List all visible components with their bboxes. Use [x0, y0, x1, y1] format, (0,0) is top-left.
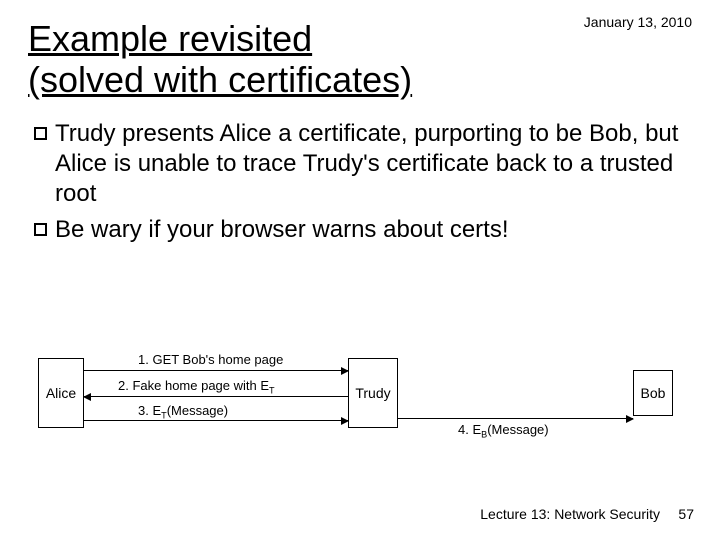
bullet-text: Be wary if your browser warns about cert…	[55, 215, 692, 245]
footer-lecture: Lecture 13: Network Security	[480, 506, 660, 522]
arrow-4-label: 4. EB(Message)	[458, 422, 549, 440]
bullet-square-icon	[34, 127, 47, 140]
arrow-2-sub: T	[269, 386, 275, 396]
arrow-2-label: 2. Fake home page with ET	[118, 378, 275, 396]
title-line-2: (solved with certificates)	[28, 59, 412, 100]
title-line-1: Example revisited	[28, 18, 312, 59]
slide-title: Example revisited (solved with certifica…	[28, 18, 548, 101]
arrow-1-label: 1. GET Bob's home page	[138, 352, 283, 367]
protocol-diagram: Alice Trudy Bob 1. GET Bob's home page 2…	[38, 330, 678, 480]
arrow-4-text: 4. E	[458, 422, 481, 437]
node-trudy: Trudy	[348, 358, 398, 428]
bullet-text: Trudy presents Alice a certificate, purp…	[55, 119, 692, 209]
arrow-3-suffix: (Message)	[167, 403, 228, 418]
arrow-2	[84, 396, 348, 397]
bullet-item: Be wary if your browser warns about cert…	[34, 215, 692, 245]
arrow-3-label: 3. ET(Message)	[138, 403, 228, 421]
bullet-list: Trudy presents Alice a certificate, purp…	[34, 119, 692, 245]
bullet-square-icon	[34, 223, 47, 236]
arrow-2-text: 2. Fake home page with E	[118, 378, 269, 393]
arrow-4-suffix: (Message)	[487, 422, 548, 437]
bullet-item: Trudy presents Alice a certificate, purp…	[34, 119, 692, 209]
arrow-4	[398, 418, 633, 419]
arrow-1	[84, 370, 348, 371]
footer-page-number: 57	[678, 506, 694, 522]
slide-date: January 13, 2010	[584, 14, 692, 30]
node-alice: Alice	[38, 358, 84, 428]
node-bob: Bob	[633, 370, 673, 416]
arrow-3-text: 3. E	[138, 403, 161, 418]
